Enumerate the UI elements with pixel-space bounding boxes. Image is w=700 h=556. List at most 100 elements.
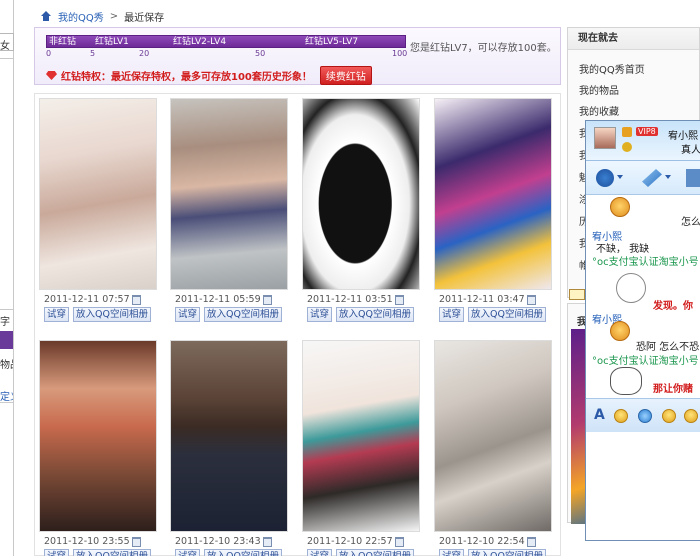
emoticon-face-icon (610, 197, 630, 217)
add-to-album-button[interactable]: 放入QQ空间相册 (204, 307, 282, 322)
outfit-date: 2011-12-10 23:55 (44, 536, 130, 547)
font-icon[interactable]: A (594, 407, 605, 423)
chat-window: VIP8 宥小熙 真人 怎么 宥小熙 不缺， 我缺 °oc支付宝认证淘宝小号 发… (585, 120, 700, 541)
outfit-date-row: 2011-12-10 22:54 (439, 536, 536, 547)
add-to-album-button[interactable]: 放入QQ空间相册 (468, 549, 546, 556)
outfit-date-row: 2011-12-10 22:57 (307, 536, 404, 547)
penguin-icon (622, 127, 632, 137)
trash-icon[interactable] (394, 294, 404, 305)
try-on-button[interactable]: 试穿 (307, 549, 333, 556)
outfit-photo[interactable] (302, 340, 420, 532)
outfit-date-row: 2011-12-11 03:47 (439, 294, 536, 305)
outfit-date: 2011-12-11 05:59 (175, 294, 261, 305)
outfit-actions: 试穿放入QQ空间相册 (175, 307, 282, 322)
try-on-button[interactable]: 试穿 (439, 549, 465, 556)
chat-contact-subtitle: 真人 (681, 145, 700, 156)
outfit-photo[interactable] (434, 98, 552, 290)
level-label-2: 红钻LV2-LV4 (173, 37, 227, 47)
add-to-album-button[interactable]: 放入QQ空间相册 (336, 307, 414, 322)
status-icon (622, 142, 632, 152)
trash-icon[interactable] (526, 536, 536, 547)
outfit-date-row: 2011-12-11 07:57 (44, 294, 141, 305)
outfit-photo[interactable] (39, 98, 157, 290)
wink-icon[interactable] (662, 409, 676, 423)
try-on-button[interactable]: 试穿 (175, 549, 201, 556)
outfit-photo[interactable] (170, 98, 288, 290)
breadcrumb-home-link[interactable]: 我的QQ秀 (58, 9, 104, 24)
chevron-down-icon[interactable] (617, 175, 623, 179)
chevron-down-icon[interactable] (665, 175, 671, 179)
left-list-panel (0, 58, 14, 310)
outfit-date: 2011-12-11 07:57 (44, 294, 130, 305)
level-panel: 非红钻 红钻LV1 红钻LV2-LV4 红钻LV5-LV7 0 5 20 50 … (34, 27, 561, 85)
file-transfer-icon[interactable] (686, 169, 700, 187)
trash-icon[interactable] (526, 294, 536, 305)
outfit-actions: 试穿放入QQ空间相册 (307, 549, 414, 556)
renew-red-diamond-button[interactable]: 续费红钻 (319, 66, 372, 85)
outfit-date-row: 2011-12-10 23:43 (175, 536, 272, 547)
red-diamond-icon (46, 71, 57, 80)
add-to-album-button[interactable]: 放入QQ空间相册 (73, 307, 151, 322)
add-to-album-button[interactable]: 放入QQ空间相册 (204, 549, 282, 556)
outfit-actions: 试穿放入QQ空间相册 (439, 549, 546, 556)
add-to-album-button[interactable]: 放入QQ空间相册 (468, 307, 546, 322)
left-input-box[interactable]: 女 (0, 33, 14, 52)
outfit-actions: 试穿放入QQ空间相册 (439, 307, 546, 322)
chat-message: 怎么 (681, 217, 700, 228)
emoticon-face-icon (610, 321, 630, 341)
outfit-card: 2011-12-11 07:57 试穿 放入QQ空间相册 (35, 94, 159, 330)
stickman-emoticon-icon (610, 367, 642, 395)
trash-icon[interactable] (131, 536, 141, 547)
outfit-actions: 试穿放入QQ空间相册 (175, 549, 282, 556)
stickman-emoticon-icon (616, 273, 646, 303)
outfit-date: 2011-12-10 22:54 (439, 536, 525, 547)
trash-icon[interactable] (394, 536, 404, 547)
left-fragment-3: 物品 (0, 360, 13, 371)
more-emoticons-icon[interactable] (684, 409, 698, 423)
left-fragment-4[interactable]: 定义 (0, 388, 13, 403)
sidebar-item-favorites[interactable]: 我的收藏 (579, 103, 619, 118)
outfit-card: 2011-12-10 22:54 试穿放入QQ空间相册 (430, 336, 554, 556)
breadcrumb-separator: > (109, 10, 119, 22)
scale-tick: 50 (255, 49, 266, 58)
outfit-date: 2011-12-11 03:51 (307, 294, 393, 305)
chat-message: 恐阿 怎么不恐 (636, 342, 700, 353)
magic-emoticon-icon[interactable] (638, 409, 652, 423)
avatar[interactable] (594, 127, 616, 149)
outfit-card: 2011-12-10 22:57 试穿放入QQ空间相册 (298, 336, 422, 556)
chat-sender-name: °oc支付宝认证淘宝小号 (592, 257, 699, 268)
vip-badge: VIP8 (636, 127, 658, 136)
outfit-photo[interactable] (302, 98, 420, 290)
outfit-photo[interactable] (170, 340, 288, 532)
outfit-card: 2011-12-11 03:47 试穿 放入QQ空间相册 (430, 94, 554, 330)
video-call-icon[interactable] (596, 169, 614, 187)
mail-icon[interactable] (569, 289, 585, 300)
scale-tick: 5 (90, 49, 96, 58)
try-on-button[interactable]: 试穿 (175, 307, 201, 322)
trash-icon[interactable] (262, 536, 272, 547)
outfit-date: 2011-12-10 23:43 (175, 536, 261, 547)
emoticon-icon[interactable] (614, 409, 628, 423)
left-purple-button[interactable] (0, 331, 13, 349)
add-to-album-button[interactable]: 放入QQ空间相册 (336, 549, 414, 556)
outfit-photo[interactable] (434, 340, 552, 532)
sidebar-item-qqshow-home[interactable]: 我的QQ秀首页 (579, 61, 645, 76)
try-on-button[interactable]: 试穿 (44, 307, 70, 322)
chat-message: 那让你赌 (653, 384, 693, 395)
add-to-album-button[interactable]: 放入QQ空间相册 (73, 549, 151, 556)
sidebar-item-my-items[interactable]: 我的物品 (579, 82, 619, 97)
level-label-3: 红钻LV5-LV7 (305, 37, 359, 47)
trash-icon[interactable] (131, 294, 141, 305)
outfit-photo[interactable] (39, 340, 157, 532)
outfit-actions: 试穿放入QQ空间相册 (307, 307, 414, 322)
try-on-button[interactable]: 试穿 (307, 307, 333, 322)
try-on-button[interactable]: 试穿 (44, 549, 70, 556)
chat-toolbar (586, 161, 700, 195)
go-now-title: 现在就去 (568, 28, 699, 50)
chat-message: 发现。你 (653, 301, 693, 312)
try-on-button[interactable]: 试穿 (439, 307, 465, 322)
outfit-card: 2011-12-10 23:55 试穿放入QQ空间相册 (35, 336, 159, 556)
voice-call-icon[interactable] (642, 169, 662, 187)
home-icon[interactable] (40, 10, 52, 22)
trash-icon[interactable] (262, 294, 272, 305)
